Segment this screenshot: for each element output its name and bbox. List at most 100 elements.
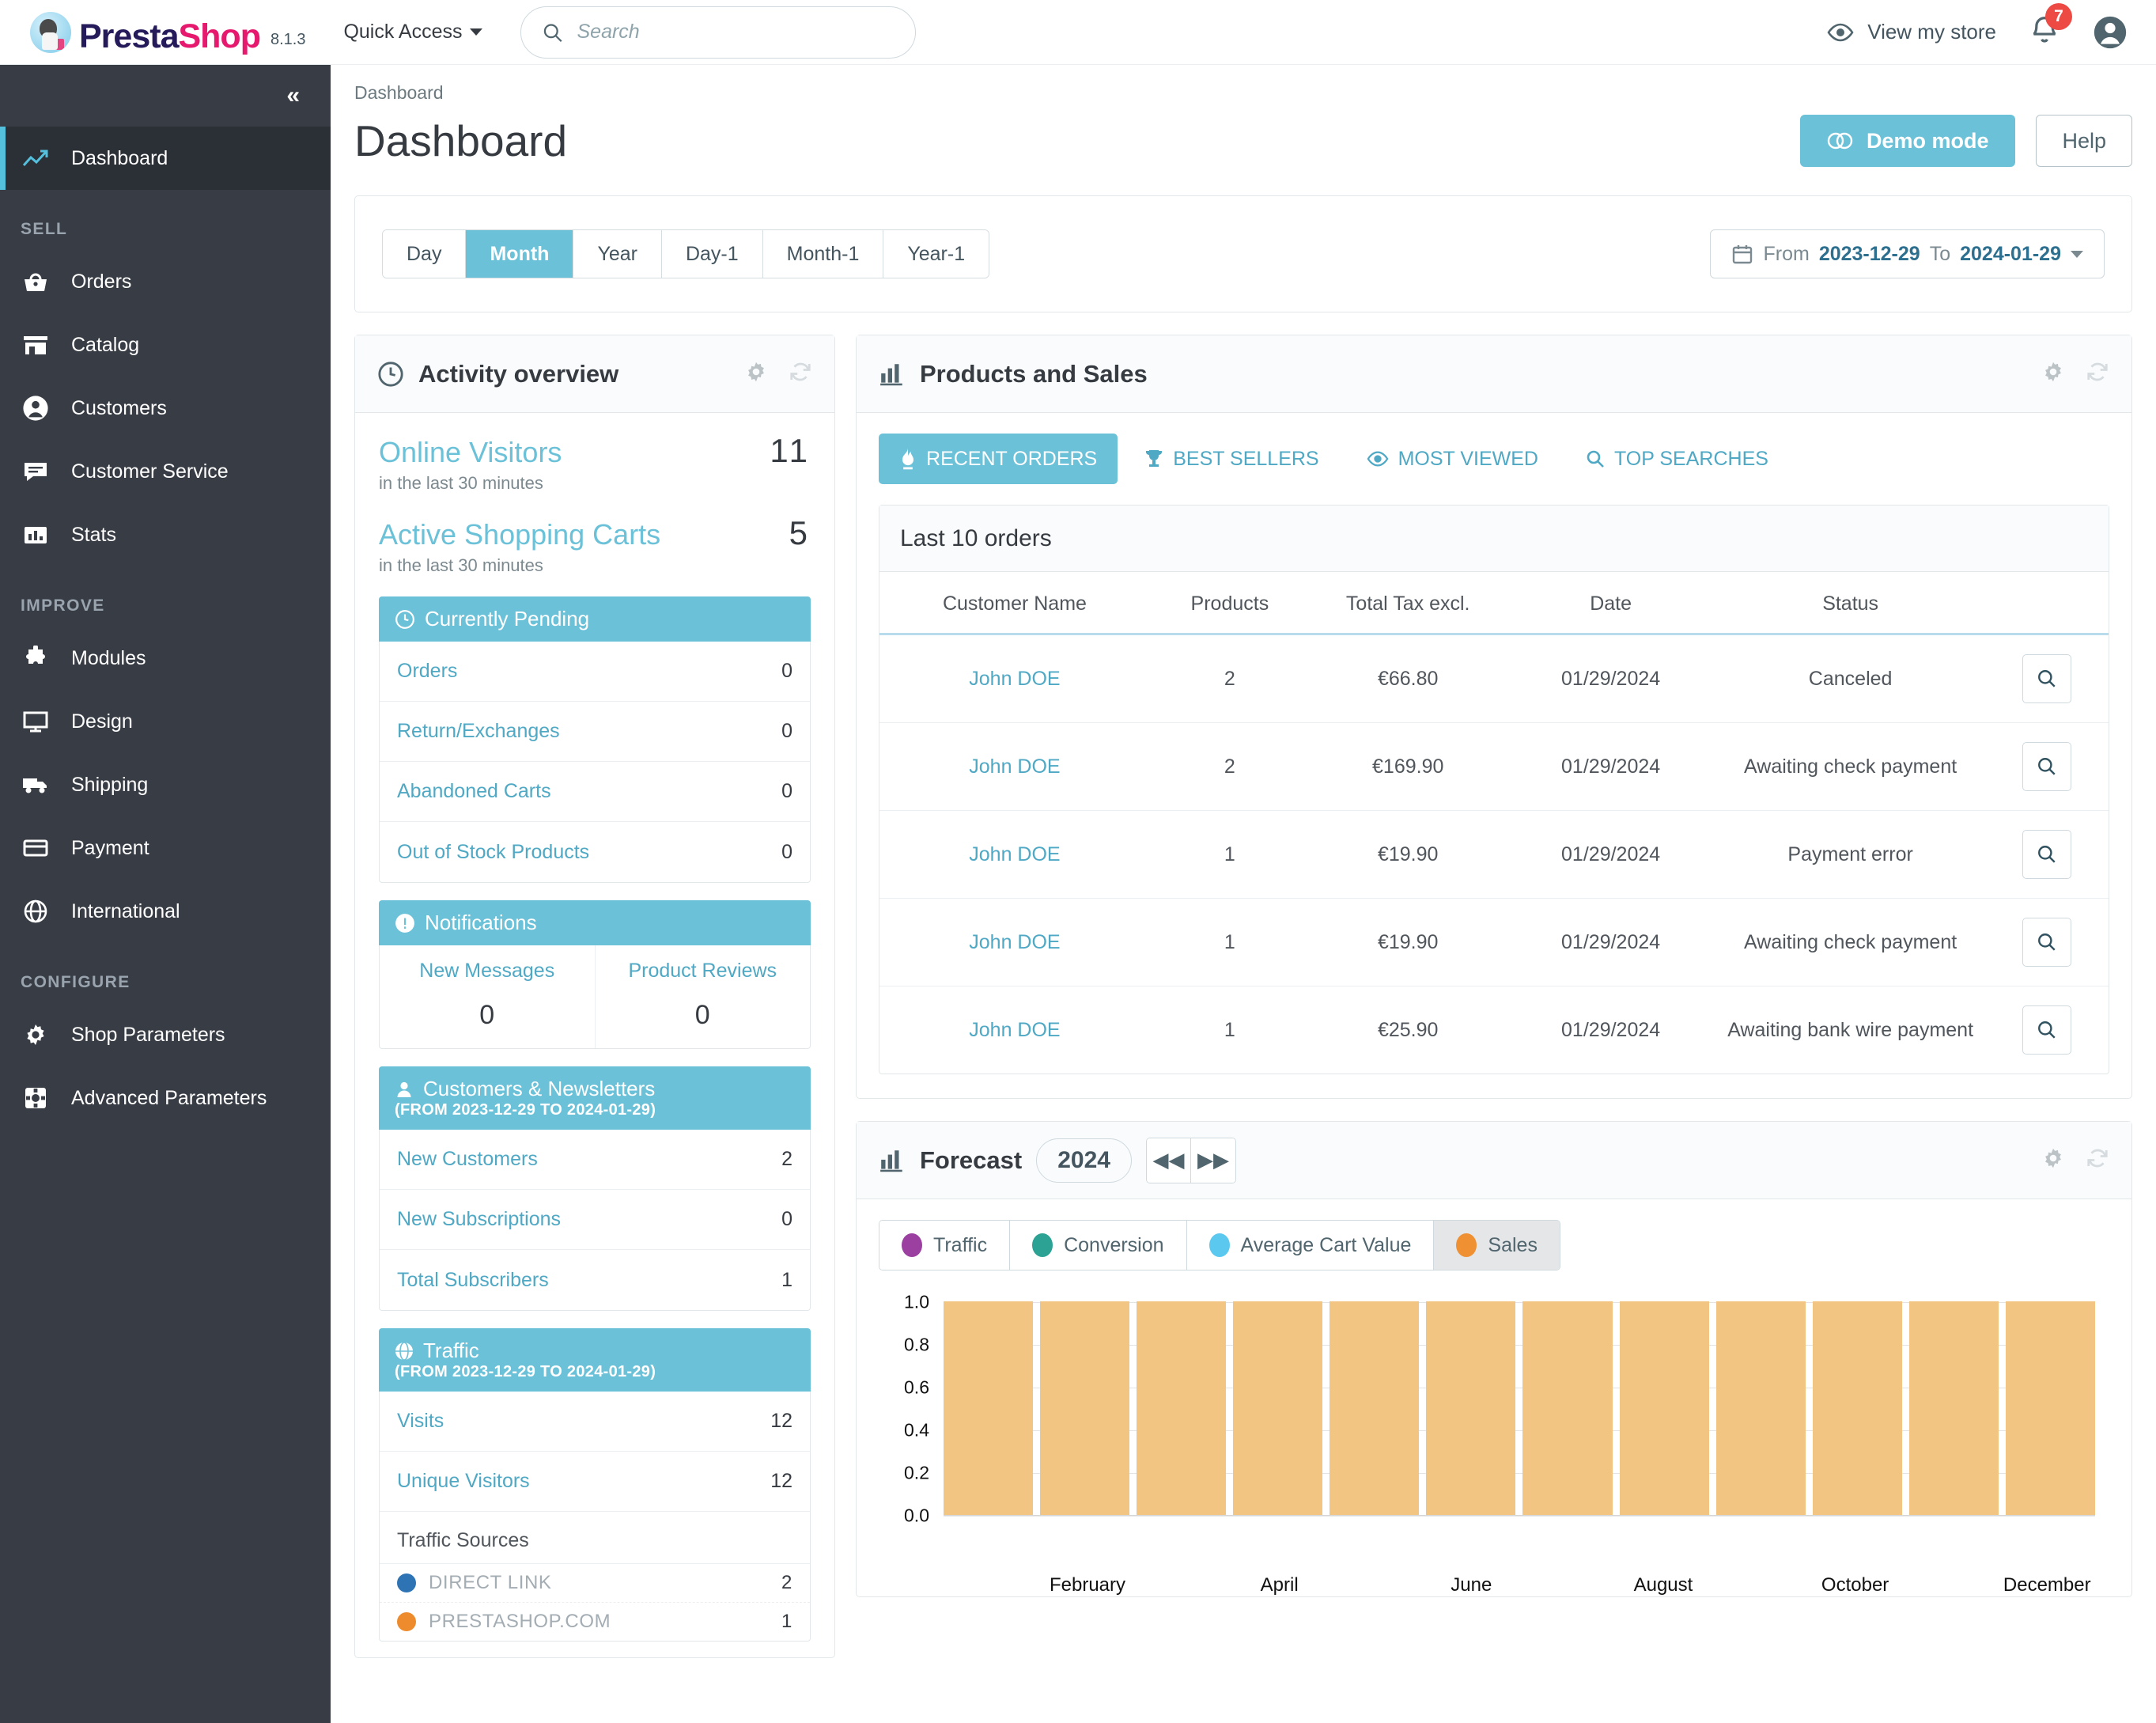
order-actions xyxy=(1985,634,2109,723)
view-my-store-link[interactable]: View my store xyxy=(1826,20,1996,44)
forecast-year[interactable]: 2024 xyxy=(1036,1138,1132,1183)
table-row[interactable]: John DOE 1 €25.90 01/29/2024 Awaiting ba… xyxy=(879,986,2109,1074)
sidebar-item-payment-label: Payment xyxy=(71,836,149,859)
notif-product-reviews[interactable]: Product Reviews 0 xyxy=(594,945,811,1048)
search-input[interactable] xyxy=(577,21,895,44)
range-month-1[interactable]: Month-1 xyxy=(762,230,884,278)
legend-item-sales[interactable]: Sales xyxy=(1434,1221,1560,1270)
collapse-sidebar-icon[interactable]: « xyxy=(286,82,300,109)
sidebar-item-stats[interactable]: Stats xyxy=(0,503,331,566)
pending-row-returns[interactable]: Return/Exchanges 0 xyxy=(380,702,810,762)
products-refresh-icon[interactable] xyxy=(2086,360,2109,388)
order-customer[interactable]: John DOE xyxy=(879,722,1150,811)
view-order-button[interactable] xyxy=(2022,742,2072,791)
range-year[interactable]: Year xyxy=(573,230,662,278)
sidebar-item-orders[interactable]: Orders xyxy=(0,250,331,313)
legend-item-traffic[interactable]: Traffic xyxy=(879,1221,1011,1270)
activity-settings-icon[interactable] xyxy=(744,360,768,388)
order-products: 1 xyxy=(1149,810,1310,899)
chart-bar xyxy=(1619,1301,1709,1515)
sidebar-item-customers[interactable]: Customers xyxy=(0,377,331,440)
view-order-button[interactable] xyxy=(2022,830,2072,879)
x-tick-label: June xyxy=(1451,1574,1492,1596)
online-visitors-label[interactable]: Online Visitors xyxy=(379,436,562,469)
forecast-next-year-button[interactable]: ▶▶ xyxy=(1190,1138,1235,1183)
puzzle-icon xyxy=(21,643,51,673)
sidebar-item-design[interactable]: Design xyxy=(0,690,331,753)
sidebar-item-shipping[interactable]: Shipping xyxy=(0,753,331,816)
order-customer[interactable]: John DOE xyxy=(879,810,1150,899)
search-box[interactable] xyxy=(520,6,916,59)
chart-y-axis: 0.0 0.2 0.4 0.6 0.8 1.0 xyxy=(857,1292,939,1526)
tab-best-sellers[interactable]: BEST SELLERS xyxy=(1124,434,1339,484)
activity-refresh-icon[interactable] xyxy=(789,360,812,388)
order-products: 1 xyxy=(1149,898,1310,986)
view-order-button[interactable] xyxy=(2022,918,2072,967)
traffic-header: Traffic (FROM 2023-12-29 TO 2024-01-29) xyxy=(379,1328,811,1392)
order-total: €25.90 xyxy=(1377,1018,1439,1041)
sidebar-item-international[interactable]: International xyxy=(0,880,331,943)
tab-recent-orders[interactable]: RECENT ORDERS xyxy=(879,434,1118,484)
range-month[interactable]: Month xyxy=(466,230,574,278)
pending-row-orders[interactable]: Orders 0 xyxy=(380,642,810,702)
table-row[interactable]: John DOE 2 €169.90 01/29/2024 Awaiting c… xyxy=(879,722,2109,811)
legend-dot-prestashop-com xyxy=(397,1612,416,1631)
sidebar-item-payment[interactable]: Payment xyxy=(0,816,331,880)
customers-newsletters-title: Customers & Newsletters xyxy=(423,1077,656,1100)
forecast-settings-icon[interactable] xyxy=(2041,1146,2065,1174)
view-order-button[interactable] xyxy=(2022,654,2072,703)
customers-newsletters-sub: (FROM 2023-12-29 TO 2024-01-29) xyxy=(395,1101,656,1119)
tab-most-viewed[interactable]: MOST VIEWED xyxy=(1346,434,1559,484)
sidebar-item-modules[interactable]: Modules xyxy=(0,627,331,690)
range-year-1[interactable]: Year-1 xyxy=(883,230,989,278)
forecast-year-nav: ◀◀ ▶▶ xyxy=(1145,1137,1236,1183)
pending-row-abandoned-carts[interactable]: Abandoned Carts 0 xyxy=(380,762,810,822)
sidebar-item-dashboard[interactable]: Dashboard xyxy=(0,127,331,190)
help-button[interactable]: Help xyxy=(2036,115,2132,167)
order-customer[interactable]: John DOE xyxy=(879,986,1150,1074)
table-row[interactable]: John DOE 2 €66.80 01/29/2024 Canceled xyxy=(879,634,2109,723)
range-day[interactable]: Day xyxy=(383,230,467,278)
table-row[interactable]: John DOE 1 €19.90 01/29/2024 Awaiting ch… xyxy=(879,898,2109,986)
table-row[interactable]: John DOE 1 €19.90 01/29/2024 Payment err… xyxy=(879,810,2109,899)
forecast-refresh-icon[interactable] xyxy=(2086,1146,2109,1174)
forecast-prev-year-button[interactable]: ◀◀ xyxy=(1146,1138,1191,1183)
cn-row-total-subscribers[interactable]: Total Subscribers 1 xyxy=(380,1250,810,1310)
date-range-picker[interactable]: From 2023-12-29 To 2024-01-29 xyxy=(1710,229,2105,278)
brand-logo[interactable]: PrestaShop 8.1.3 xyxy=(30,11,305,53)
notif-new-messages[interactable]: New Messages 0 xyxy=(380,945,595,1048)
tab-top-searches[interactable]: TOP SEARCHES xyxy=(1565,434,1789,484)
traffic-row-unique-visitors[interactable]: Unique Visitors 12 xyxy=(380,1452,810,1512)
traffic-row-visits[interactable]: Visits 12 xyxy=(380,1392,810,1452)
legend-item-conversion[interactable]: Conversion xyxy=(1010,1221,1187,1270)
notifications-header: Notifications xyxy=(379,900,811,945)
order-customer[interactable]: John DOE xyxy=(879,634,1150,723)
order-total: €169.90 xyxy=(1309,722,1507,811)
quick-access-menu[interactable]: Quick Access xyxy=(343,21,482,44)
user-avatar-icon[interactable] xyxy=(2093,15,2128,50)
sidebar-item-catalog[interactable]: Catalog xyxy=(0,313,331,377)
pending-returns-label: Return/Exchanges xyxy=(397,720,560,742)
notifications-button[interactable]: 7 xyxy=(2028,3,2072,51)
sidebar-item-advanced-parameters[interactable]: Advanced Parameters xyxy=(0,1066,331,1130)
active-carts-label[interactable]: Active Shopping Carts xyxy=(379,518,660,551)
products-settings-icon[interactable] xyxy=(2041,360,2065,388)
sidebar-item-shop-parameters[interactable]: Shop Parameters xyxy=(0,1003,331,1066)
eye-icon xyxy=(1367,451,1389,467)
tab-best-sellers-label: BEST SELLERS xyxy=(1173,447,1319,470)
page-title: Dashboard xyxy=(354,116,568,165)
bar-chart-icon xyxy=(21,520,51,550)
search-icon xyxy=(2038,670,2056,687)
sidebar-item-customer-service[interactable]: Customer Service xyxy=(0,440,331,503)
demo-mode-button[interactable]: Demo mode xyxy=(1799,115,2016,167)
legend-item-average-cart-value[interactable]: Average Cart Value xyxy=(1186,1221,1435,1270)
range-day-1[interactable]: Day-1 xyxy=(661,230,763,278)
cn-new-subscriptions-value: 0 xyxy=(781,1208,792,1230)
gear-icon xyxy=(21,1020,51,1050)
globe-icon xyxy=(21,896,51,926)
cn-row-new-customers[interactable]: New Customers 2 xyxy=(380,1130,810,1190)
cn-row-new-subscriptions[interactable]: New Subscriptions 0 xyxy=(380,1190,810,1250)
view-order-button[interactable] xyxy=(2022,1005,2072,1055)
order-customer[interactable]: John DOE xyxy=(879,898,1150,986)
pending-row-out-of-stock[interactable]: Out of Stock Products 0 xyxy=(380,822,810,882)
